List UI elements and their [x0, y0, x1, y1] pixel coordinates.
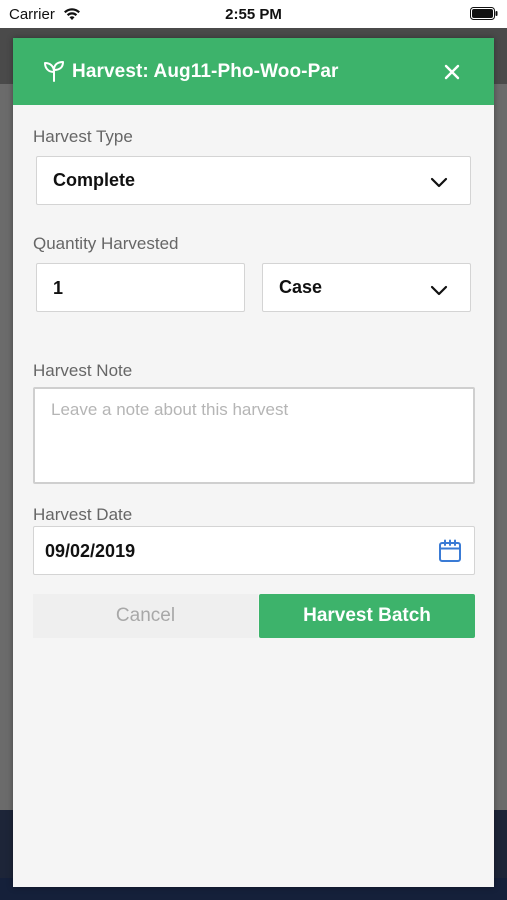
harvest-date-input[interactable]: 09/02/2019 — [33, 526, 475, 575]
chevron-down-icon — [430, 285, 448, 296]
harvest-note-input[interactable]: Leave a note about this harvest — [33, 387, 475, 484]
quantity-value: 1 — [53, 278, 64, 298]
harvest-type-value: Complete — [53, 170, 136, 190]
harvest-date-label: Harvest Date — [33, 505, 133, 524]
unit-value: Case — [279, 277, 323, 297]
modal-title: Harvest: Aug11-Pho-Woo-Par — [72, 61, 339, 82]
harvest-note-label: Harvest Note — [33, 361, 133, 380]
unit-select[interactable]: Case — [262, 263, 471, 312]
cancel-button[interactable]: Cancel — [33, 594, 258, 638]
harvest-batch-button[interactable]: Harvest Batch — [259, 594, 475, 638]
harvest-modal: Harvest: Aug11-Pho-Woo-Par Harvest Type … — [13, 38, 494, 887]
harvest-date-value: 09/02/2019 — [45, 541, 136, 561]
chevron-down-icon — [430, 177, 448, 188]
modal-header: Harvest: Aug11-Pho-Woo-Par — [13, 38, 494, 105]
calendar-icon[interactable] — [438, 539, 462, 563]
sprout-icon — [44, 61, 64, 82]
status-bar: Carrier 2:55 PM — [0, 0, 507, 28]
harvest-type-select[interactable]: Complete — [36, 156, 471, 205]
close-icon[interactable] — [443, 63, 461, 81]
status-time: 2:55 PM — [225, 6, 282, 23]
harvest-note-placeholder: Leave a note about this harvest — [51, 400, 289, 419]
harvest-type-label: Harvest Type — [33, 127, 133, 146]
quantity-label: Quantity Harvested — [33, 234, 179, 253]
quantity-input[interactable]: 1 — [36, 263, 245, 312]
battery-icon — [470, 7, 498, 20]
